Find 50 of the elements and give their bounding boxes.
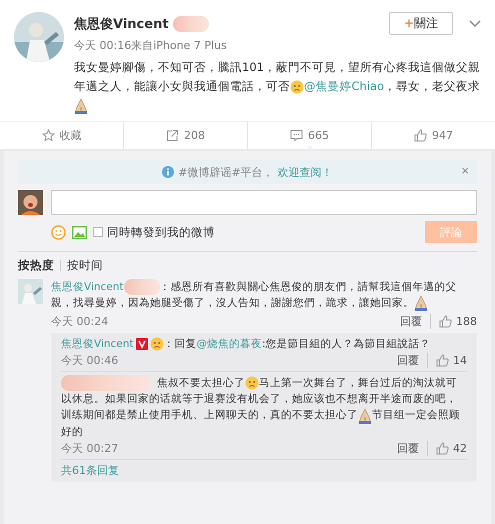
- sort-tab[interactable]: 按热度: [18, 258, 54, 273]
- share-icon: [166, 129, 179, 142]
- reply-time: 今天 00:46: [61, 353, 118, 368]
- like-icon: [414, 129, 427, 142]
- chevron-down-icon[interactable]: [469, 20, 481, 28]
- comment-input[interactable]: [51, 190, 477, 215]
- post-meta: 今天 00:16来自iPhone 7 Plus: [74, 38, 228, 53]
- praying-hands-icon: [414, 295, 428, 312]
- like-icon: [439, 315, 452, 328]
- reply-button[interactable]: 回覆: [392, 314, 431, 330]
- notice-link[interactable]: 欢迎查阅！: [278, 164, 333, 180]
- reply-text: 焦恩俊Vincent ：回复@烧焦的暮夜:您是節目組的人？為節目組說話？: [61, 336, 432, 352]
- like-icon: [436, 442, 449, 454]
- post-text: 我女曼婷腳傷，不知可否，騰訊101，蔽門不可見，望所有心疼我這個做父親年邁之人，能讓小女與我通個電話，可否 @焦曼婷Chiao，尋女，老父夜求: [74, 58, 481, 115]
- notice-text: #微博辟谣#平台，: [178, 164, 274, 180]
- info-icon: [162, 166, 174, 178]
- avatar: [18, 279, 43, 304]
- praying-hands-icon: [74, 98, 88, 114]
- more-replies-link[interactable]: 共61条回复: [61, 462, 467, 478]
- avatar: [18, 190, 43, 215]
- comment-time: 今天 00:24: [51, 314, 108, 330]
- reply-time: 今天 00:27: [61, 440, 118, 456]
- sad-face-icon: [290, 80, 304, 94]
- follow-button[interactable]: +關注: [388, 12, 453, 35]
- like-icon: [436, 354, 449, 368]
- sad-face-icon: [245, 376, 259, 390]
- share-checkbox[interactable]: 同時轉發到我的微博: [93, 224, 215, 240]
- like-button[interactable]: 188: [431, 315, 477, 328]
- comment-icon: [290, 129, 303, 142]
- comment-text: 焦恩俊Vincent ：感恩所有喜歡與關心焦恩俊的朋友們，請幫我這個年邁的父親，找尋曼婷，因為她腿受傷了，沒人告知，謝謝您們，跪求，讓她回家。: [51, 279, 458, 312]
- close-button[interactable]: ×: [461, 163, 469, 178]
- redaction-blur: [124, 279, 160, 296]
- smiley-icon[interactable]: [51, 224, 66, 240]
- mention-link[interactable]: @焦曼婷Chiao: [304, 79, 384, 93]
- reply-button[interactable]: 回覆: [389, 440, 428, 456]
- like-button[interactable]: 42: [428, 442, 467, 454]
- praying-hands-icon: [358, 408, 372, 424]
- avatar: [14, 12, 64, 62]
- image-icon[interactable]: [72, 226, 87, 238]
- mention-link[interactable]: @烧焦的暮夜: [196, 338, 262, 350]
- reply-button[interactable]: 回覆: [389, 353, 428, 368]
- redaction-blur: [172, 16, 209, 32]
- reply-text: 焦叔不要太担心了 马上第一次舞台了，舞台过后的淘汰就可以休息。如果回家的话就等于退赛没有机会了，她应该也不想离开半途而废的吧，训练期间都是禁止使用手机、上网聊天的，真的不要太担心了 节目组一定会照顾好的: [61, 375, 461, 440]
- sort-tab[interactable]: 按时间: [67, 258, 103, 273]
- star-icon: [42, 129, 54, 142]
- like-button[interactable]: 14: [428, 354, 467, 368]
- user-link[interactable]: 焦恩俊Vincent: [51, 281, 124, 293]
- user-link[interactable]: 焦恩俊Vincent: [61, 338, 134, 350]
- sad-face-icon: [150, 337, 164, 352]
- user-name: 焦恩俊Vincent: [74, 16, 169, 32]
